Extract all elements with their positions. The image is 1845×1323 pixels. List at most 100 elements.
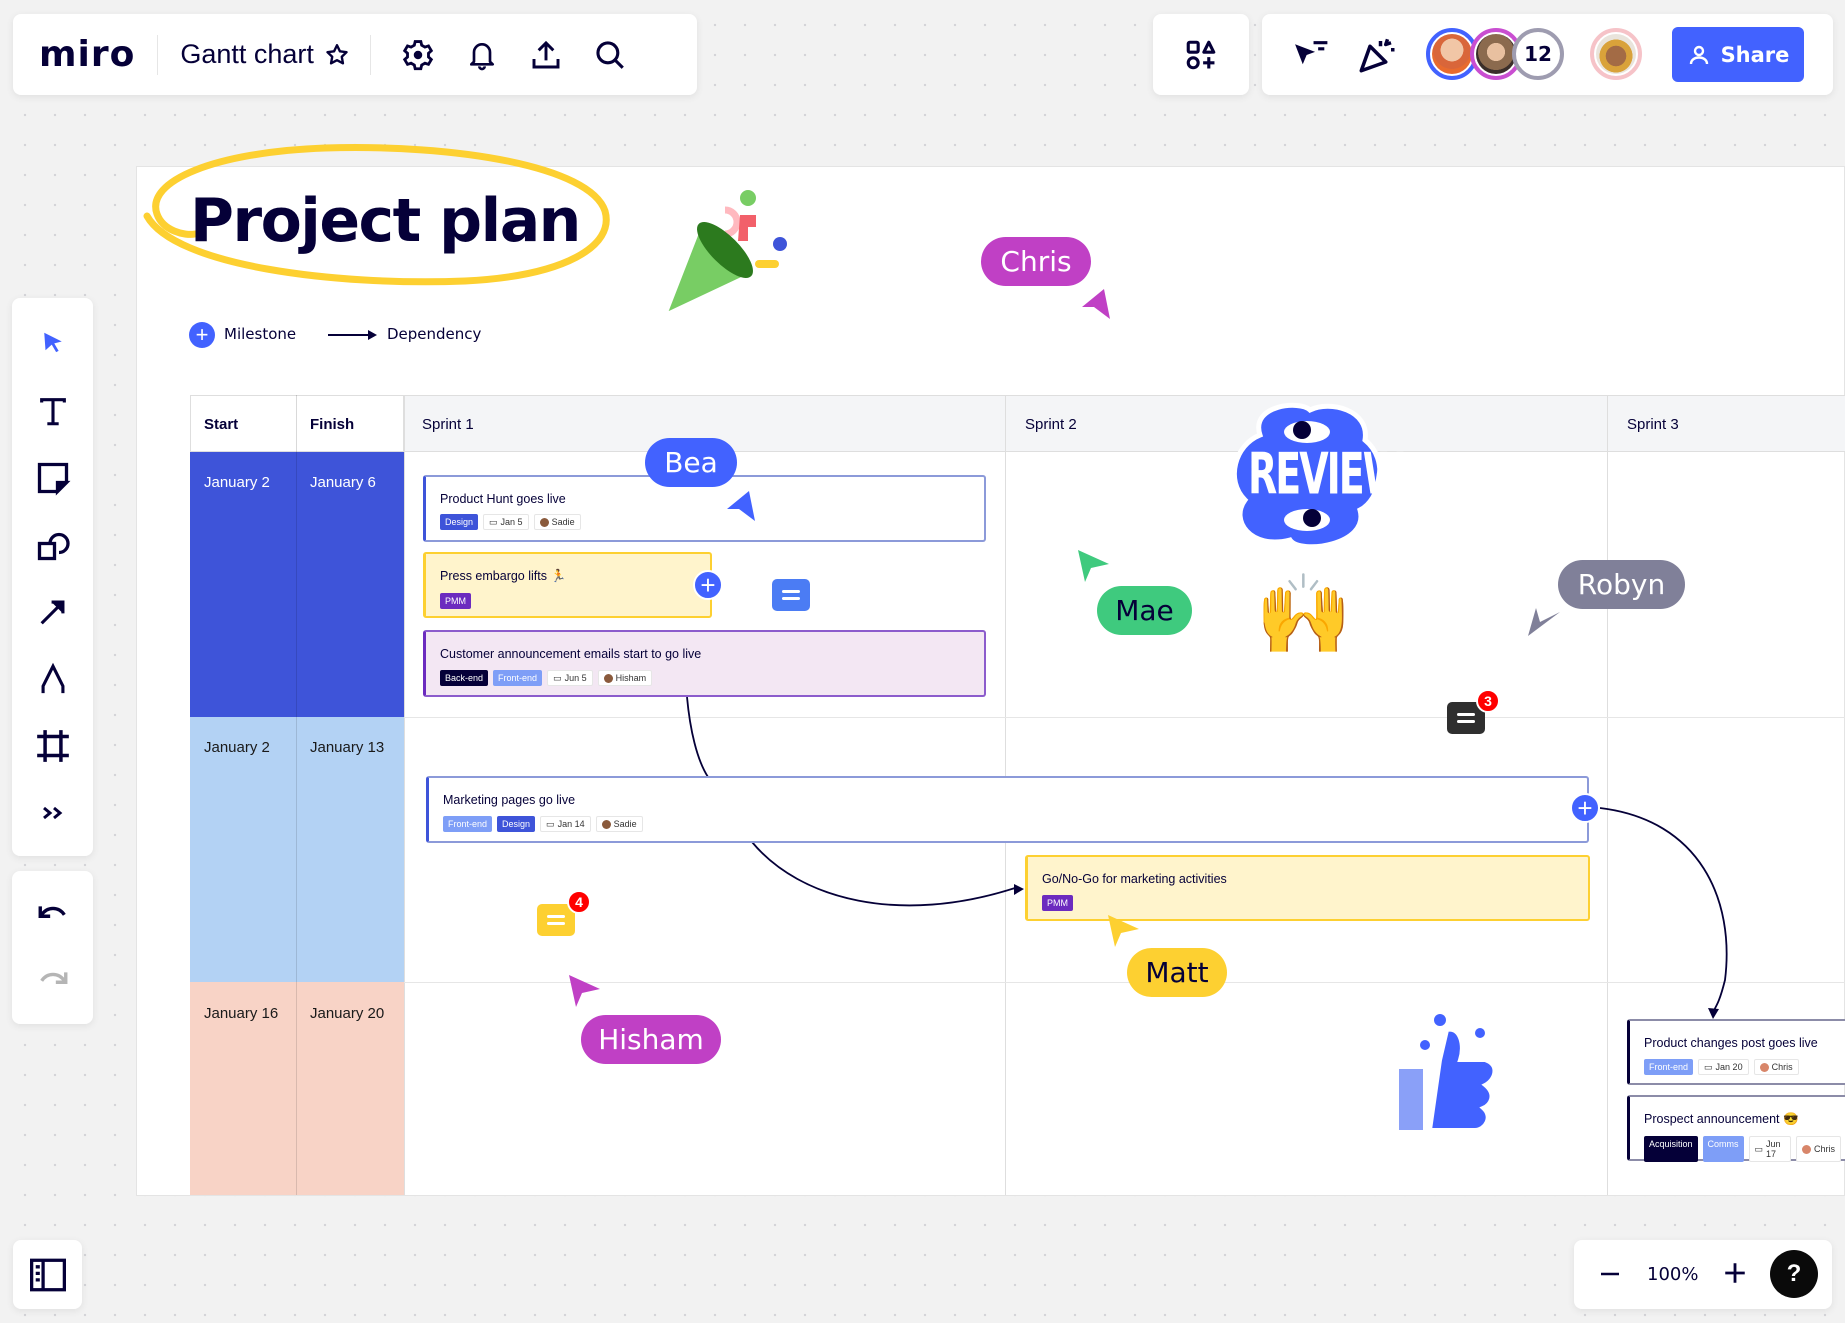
current-user-avatar[interactable] — [1590, 28, 1642, 80]
shapes-icon — [1184, 38, 1218, 72]
help-button[interactable]: ? — [1770, 1250, 1818, 1298]
calendar-icon: ▭ — [553, 673, 562, 683]
raised-hands-sticker[interactable]: 🙌 — [1255, 575, 1352, 653]
calendar-icon: ▭ — [546, 819, 555, 829]
task-card[interactable]: Marketing pages go live Front-end Design… — [426, 776, 1589, 843]
tag: Comms — [1702, 1136, 1744, 1162]
select-tool[interactable] — [25, 316, 81, 372]
task-card[interactable]: Press embargo lifts 🏃 PMM — [423, 552, 712, 618]
zoom-out-button[interactable] — [1598, 1262, 1622, 1291]
assignee-avatar — [601, 819, 611, 829]
export-upload-icon[interactable] — [523, 32, 569, 78]
comment-icon[interactable] — [772, 579, 810, 611]
assignee-chip: Sadie — [533, 514, 581, 530]
shapes-tool[interactable] — [25, 517, 81, 573]
task-title: Customer announcement emails start to go… — [440, 647, 702, 661]
celebrate-party-icon[interactable] — [1356, 34, 1398, 76]
sprint-3-header: Sprint 3 — [1627, 416, 1679, 433]
miro-logo[interactable]: miro — [39, 34, 135, 75]
sprint-1-header: Sprint 1 — [422, 416, 474, 433]
chevrons-right-icon — [42, 806, 62, 820]
tag: Design — [497, 816, 536, 832]
review-sticker-text: REVIEW — [1248, 441, 1405, 507]
column-divider — [404, 395, 405, 1195]
pen-tool[interactable] — [25, 651, 81, 707]
more-tools-button[interactable] — [25, 785, 81, 841]
cursor-label-bea: Bea — [645, 438, 737, 487]
share-button[interactable]: Share — [1672, 27, 1804, 82]
milestone-add-button[interactable]: + — [1570, 793, 1600, 823]
calendar-icon: ▭ — [1704, 1062, 1713, 1072]
row-1-dates — [190, 452, 404, 717]
tag: PMM — [1042, 895, 1073, 911]
cursor-pointer-mae — [1078, 550, 1109, 582]
legend-milestone-label: Milestone — [224, 325, 297, 343]
row-1-finish: January 6 — [310, 474, 376, 491]
assignee-avatar — [539, 517, 549, 527]
column-divider — [1607, 395, 1608, 1195]
history-toolbar — [12, 871, 93, 1024]
arrow-tool[interactable] — [25, 584, 81, 640]
party-popper-sticker[interactable] — [650, 180, 800, 330]
row-2-start: January 2 — [204, 739, 270, 756]
tag: Acquisition — [1644, 1136, 1698, 1162]
task-title: Go/No-Go for marketing activities — [1042, 872, 1227, 886]
notifications-bell-icon[interactable] — [459, 32, 505, 78]
task-card[interactable]: Go/No-Go for marketing activities PMM — [1025, 855, 1590, 921]
cursor-pointer-robyn — [1528, 608, 1560, 636]
arrow-icon — [40, 600, 64, 625]
start-column-header: Start — [204, 416, 239, 433]
due-date-chip: ▭ Jun 5 — [547, 670, 593, 686]
tag: PMM — [440, 593, 471, 609]
text-tool[interactable] — [25, 383, 81, 439]
review-sticker[interactable]: REVIEW — [1230, 400, 1405, 550]
undo-icon[interactable] — [36, 900, 70, 929]
task-card[interactable]: Customer announcement emails start to go… — [423, 630, 986, 697]
task-card[interactable]: Prospect announcement 😎 Acquisition Comm… — [1627, 1095, 1845, 1162]
due-date-chip: ▭ Jan 14 — [540, 816, 591, 832]
row-2-dates — [190, 717, 404, 982]
cursor-pointer-chris — [1082, 289, 1110, 319]
sidebar-panel-icon — [29, 1258, 66, 1291]
board-heading: Project plan — [190, 186, 581, 256]
cursor-label-mae: Mae — [1097, 586, 1192, 635]
cursor-pointer-bea — [727, 491, 755, 521]
task-title: Product Hunt goes live — [440, 492, 566, 506]
assignee-avatar — [1759, 1062, 1769, 1072]
cursor-pointer-hisham — [569, 975, 600, 1007]
task-card[interactable]: Product changes post goes live Front-end… — [1627, 1019, 1845, 1085]
row-divider — [404, 717, 1845, 718]
frame-tool[interactable] — [25, 718, 81, 774]
sidebar-toggle-button[interactable] — [13, 1240, 82, 1309]
creation-toolbar — [12, 298, 93, 856]
collaboration-toolbar: 12 Share — [1262, 14, 1833, 95]
tag: Front-end — [493, 670, 543, 686]
star-icon[interactable] — [322, 32, 352, 78]
templates-shapes-button[interactable] — [1153, 14, 1249, 95]
zoom-in-button[interactable] — [1722, 1260, 1748, 1291]
assignee-avatar — [1801, 1144, 1811, 1154]
due-date-chip: ▭ Jan 5 — [483, 514, 529, 530]
collaborator-count[interactable]: 12 — [1512, 28, 1564, 80]
board-title[interactable]: Gantt chart — [180, 39, 314, 70]
task-title: Press embargo lifts 🏃 — [440, 569, 567, 583]
sticky-note-tool[interactable] — [25, 450, 81, 506]
task-title: Prospect announcement 😎 — [1644, 1112, 1799, 1126]
milestone-add-button[interactable]: + — [693, 570, 723, 600]
due-date-chip: ▭ Jun 17 — [1748, 1136, 1791, 1162]
task-title: Marketing pages go live — [443, 793, 576, 807]
assignee-chip: Sadie — [595, 816, 643, 832]
redo-icon[interactable] — [36, 966, 70, 995]
assignee-chip: Hisham — [597, 670, 653, 686]
cursor-label-hisham: Hisham — [581, 1015, 721, 1064]
cursor-label-matt: Matt — [1127, 948, 1227, 997]
thumbs-up-sticker[interactable] — [1385, 1005, 1515, 1155]
comment-count-badge: 3 — [1476, 689, 1500, 713]
assignee-chip: Chris — [1795, 1136, 1841, 1162]
assignee-chip: Chris — [1753, 1059, 1799, 1075]
search-icon[interactable] — [587, 32, 633, 78]
settings-gear-icon[interactable] — [395, 32, 441, 78]
tag: Design — [440, 514, 479, 530]
row-3-finish: January 20 — [310, 1005, 385, 1022]
cursor-filter-icon[interactable] — [1292, 36, 1332, 74]
